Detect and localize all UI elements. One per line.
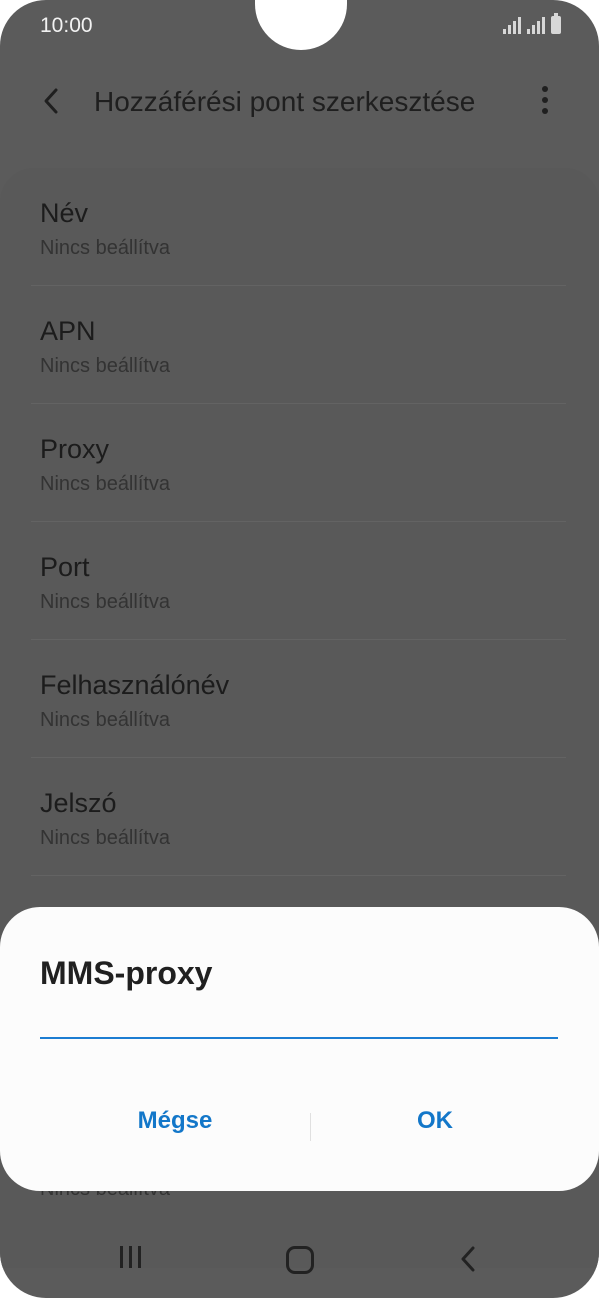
dialog-title: MMS-proxy: [40, 955, 213, 991]
recent-apps-icon[interactable]: [120, 1246, 148, 1272]
list-item-password[interactable]: Jelszó Nincs beállítva: [31, 758, 566, 876]
phone-screen: 10:00 Hozzáférési pont szerkesztése Név …: [0, 0, 599, 1298]
status-time: 10:00: [40, 14, 93, 37]
list-item-title: Jelszó: [40, 788, 117, 818]
list-item-title: Proxy: [40, 434, 110, 464]
list-item-subtitle: Nincs beállítva: [40, 355, 171, 377]
button-divider: [310, 1113, 311, 1141]
mms-proxy-input[interactable]: [40, 997, 558, 1039]
cancel-button[interactable]: Mégse: [75, 1107, 275, 1135]
list-item-subtitle: Nincs beállítva: [40, 709, 171, 731]
nav-back-icon[interactable]: [456, 1244, 480, 1274]
list-item-title: Port: [40, 552, 90, 582]
ok-button[interactable]: OK: [335, 1107, 535, 1135]
signal-icon: [503, 16, 521, 34]
navigation-bar: [0, 1222, 599, 1298]
battery-icon: [551, 13, 561, 34]
list-item-subtitle: Nincs beállítva: [40, 473, 171, 495]
camera-notch: [255, 0, 347, 50]
mms-proxy-dialog: MMS-proxy Mégse OK: [0, 907, 599, 1191]
list-item-subtitle: Nincs beállítva: [40, 827, 171, 849]
list-item-title: Név: [40, 198, 89, 228]
list-item-title: Felhasználónév: [40, 670, 230, 700]
list-item-title: APN: [40, 316, 96, 346]
page-title: Hozzáférési pont szerkesztése: [94, 86, 476, 117]
list-item-apn[interactable]: APN Nincs beállítva: [31, 286, 566, 404]
list-item-subtitle: Nincs beállítva: [40, 591, 171, 613]
back-arrow-icon[interactable]: [36, 84, 70, 118]
list-item-name[interactable]: Név Nincs beállítva: [31, 168, 566, 286]
list-item-username[interactable]: Felhasználónév Nincs beállítva: [31, 640, 566, 758]
list-item-proxy[interactable]: Proxy Nincs beállítva: [31, 404, 566, 522]
more-vertical-icon[interactable]: [536, 86, 554, 118]
list-item-port[interactable]: Port Nincs beállítva: [31, 522, 566, 640]
status-icons: [503, 13, 561, 34]
app-bar: Hozzáférési pont szerkesztése: [0, 70, 599, 134]
signal-icon: [527, 16, 545, 34]
list-item-subtitle: Nincs beállítva: [40, 237, 171, 259]
home-icon[interactable]: [286, 1246, 314, 1274]
